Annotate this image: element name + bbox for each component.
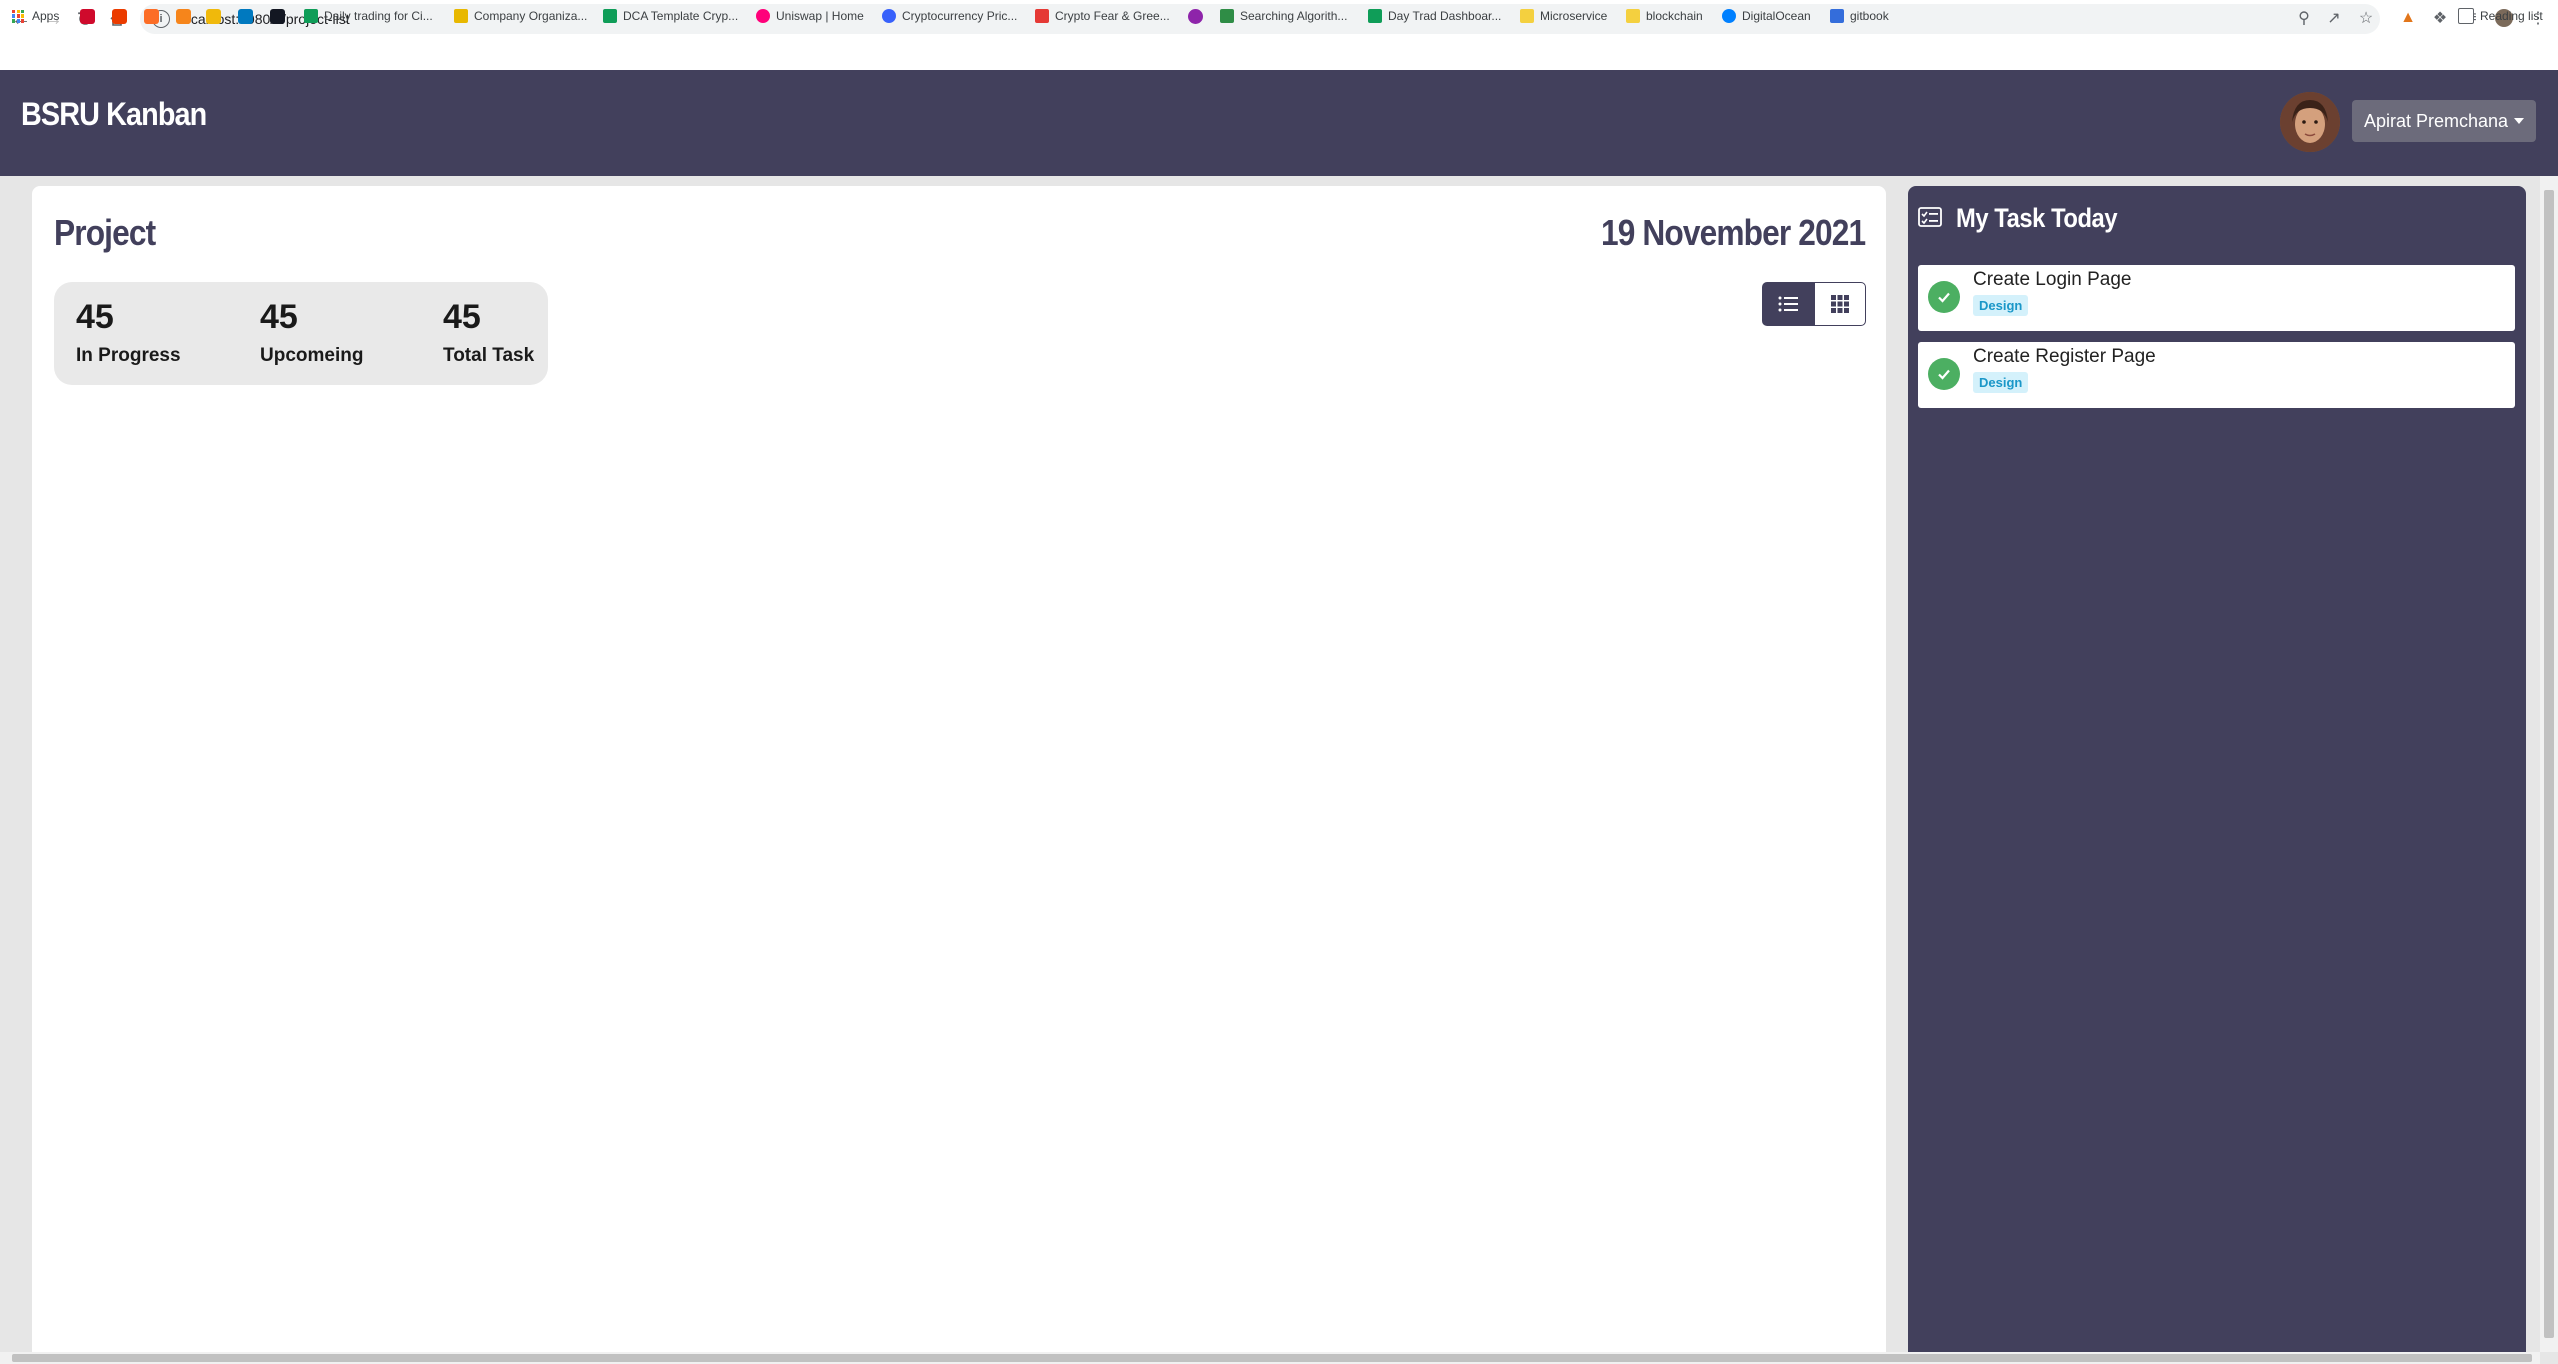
folder-icon (1626, 9, 1640, 23)
task-tag: Design (1973, 372, 2029, 393)
apps-grid-icon (12, 9, 26, 23)
list-view-button[interactable] (1762, 282, 1814, 326)
bookmark-cryptocurrency-prices[interactable]: Cryptocurrency Pric... (882, 7, 1017, 25)
purple-bookmark-icon[interactable] (1188, 9, 1203, 24)
stat-upcoming: 45 Upcomeing (260, 298, 363, 367)
page-title: Project (54, 212, 156, 253)
view-toggle (1762, 282, 1866, 326)
task-title: Create Login Page (1973, 269, 2132, 290)
user-menu-button[interactable]: Apirat Premchana (2352, 100, 2536, 142)
sheets-icon (1368, 9, 1382, 23)
task-tag: Design (1973, 295, 2029, 316)
tradingview-bookmark-icon[interactable] (270, 9, 285, 24)
sheets-icon (603, 9, 617, 23)
bookmark-folder-blockchain[interactable]: blockchain (1626, 7, 1703, 25)
app-navbar (0, 70, 2558, 176)
bookmark-fear-greed[interactable]: Crypto Fear & Gree... (1035, 7, 1170, 25)
folder-icon (1520, 9, 1534, 23)
stat-label: Upcomeing (260, 345, 364, 366)
sheets-icon (304, 9, 318, 23)
stat-label: In Progress (76, 345, 181, 366)
bookmark-uniswap[interactable]: Uniswap | Home (756, 7, 864, 25)
avatar[interactable] (2280, 92, 2340, 152)
grid-view-button[interactable] (1814, 282, 1866, 326)
stat-value: 45 (443, 298, 481, 336)
reading-list-icon (2458, 8, 2474, 24)
bookmark-daily-trading[interactable]: Daily trading for Ci... (304, 7, 433, 25)
zoom-icon[interactable]: ⚲ (2294, 8, 2314, 28)
stat-value: 45 (260, 298, 298, 336)
miro-icon (454, 9, 468, 23)
current-date: 19 November 2021 (1600, 212, 1866, 253)
check-circle-icon[interactable] (1928, 281, 1960, 313)
stat-value: 45 (76, 298, 114, 336)
bookmark-day-trad-dashboard[interactable]: Day Trad Dashboar... (1368, 7, 1501, 25)
geeksforgeeks-icon (1220, 9, 1234, 23)
share-icon[interactable]: ↗ (2324, 8, 2344, 28)
bookmark-digitalocean[interactable]: DigitalOcean (1722, 7, 1811, 25)
check-circle-icon[interactable] (1928, 358, 1960, 390)
bookmark-apps[interactable]: Apps (12, 7, 59, 25)
metamask-icon[interactable]: ▲ (2398, 8, 2418, 28)
list-icon (1778, 296, 1798, 312)
star-icon[interactable]: ☆ (2356, 8, 2376, 28)
coinmarketcap-icon (882, 9, 896, 23)
office-bookmark-icon[interactable] (112, 9, 127, 24)
bookmarks-bar (0, 38, 2558, 71)
grid-icon (1831, 295, 1849, 313)
task-card[interactable]: Create Login Page Design (1918, 265, 2515, 331)
stats-summary: 45 In Progress 45 Upcomeing 45 Total Tas… (54, 282, 548, 385)
metamask-bookmark-icon[interactable] (176, 9, 191, 24)
bookmark-folder-microservice[interactable]: Microservice (1520, 7, 1607, 25)
bookmark-company-org[interactable]: Company Organiza... (454, 7, 587, 25)
gitlab-bookmark-icon[interactable] (144, 9, 159, 24)
bookmark-gitbook[interactable]: gitbook (1830, 7, 1889, 25)
caret-down-icon (2514, 118, 2525, 124)
user-name: Apirat Premchana (2363, 110, 2509, 131)
task-title: Create Register Page (1973, 346, 2156, 367)
vertical-scrollbar-thumb[interactable] (2544, 190, 2554, 1338)
stat-label: Total Task (443, 345, 535, 366)
stat-total-task: 45 Total Task (443, 298, 534, 367)
stat-in-progress: 45 In Progress (76, 298, 181, 367)
trello-bookmark-icon[interactable] (238, 9, 253, 24)
horizontal-scrollbar-thumb[interactable] (12, 1354, 2532, 1362)
binance-bookmark-icon[interactable] (206, 9, 221, 24)
huawei-bookmark-icon[interactable] (80, 9, 95, 24)
uniswap-icon (756, 9, 770, 23)
brand-logo[interactable]: BSRU Kanban (21, 96, 207, 133)
bookmark-dca-template[interactable]: DCA Template Cryp... (603, 7, 738, 25)
task-list-icon (1918, 207, 1942, 227)
extensions-icon[interactable]: ❖ (2430, 8, 2450, 28)
reading-list-button[interactable]: Reading list (2458, 7, 2543, 25)
alternative-me-icon (1035, 9, 1049, 23)
gitbook-icon (1830, 9, 1844, 23)
digitalocean-icon (1722, 9, 1736, 23)
bookmark-searching-algorithms[interactable]: Searching Algorith... (1220, 7, 1347, 25)
task-card[interactable]: Create Register Page Design (1918, 342, 2515, 408)
panel-title: My Task Today (1956, 203, 2118, 233)
